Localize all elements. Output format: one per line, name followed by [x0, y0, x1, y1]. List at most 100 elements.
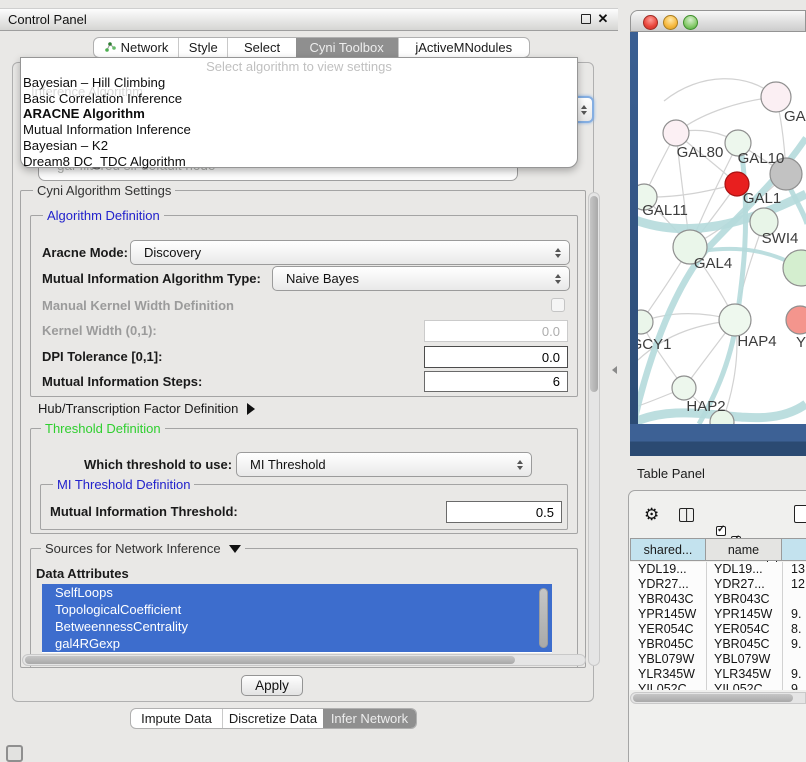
tab-select[interactable]: Select [227, 38, 295, 57]
algorithm-dropdown-list: Bayesian – Hill ClimbingBasic Correlatio… [23, 75, 575, 169]
network-window-frame-left [630, 32, 638, 456]
table-row[interactable]: YER054CYER054C8. [630, 622, 806, 637]
table-rows: YDL19...YDL19...13YDR27...YDR27...12YBR0… [630, 562, 806, 690]
settings-vscrollbar[interactable] [588, 192, 600, 666]
table-row[interactable]: YIL052CYIL052C9. [630, 682, 806, 690]
table-row[interactable]: YLR345WYLR345W9. [630, 667, 806, 682]
network-window-titlebar[interactable] [630, 10, 806, 32]
control-panel-tabs: Network Style Select Cyni Toolbox jActiv… [93, 37, 530, 58]
column-header-name[interactable]: name [706, 538, 782, 561]
splitter-handle[interactable] [612, 0, 620, 762]
network-node-hap4[interactable] [719, 304, 751, 336]
attribute-item[interactable]: SelfLoops [42, 584, 552, 601]
algorithm-option[interactable]: Bayesian – K2 [23, 138, 575, 154]
node-label: GAL80 [677, 144, 724, 161]
algorithm-option[interactable]: Mutual Information Inference [23, 122, 575, 138]
attribute-item[interactable]: BetweennessCentrality [42, 618, 552, 635]
which-threshold-value: MI Threshold [250, 457, 326, 472]
column-divider [782, 562, 783, 690]
attribute-item[interactable]: TopologicalCoefficient [42, 601, 552, 618]
settings-hscrollbar[interactable] [22, 654, 586, 666]
table-hscrollbar-thumb[interactable] [633, 694, 793, 702]
settings-hscrollbar-thumb[interactable] [25, 656, 515, 664]
table-panel-title: Table Panel [637, 466, 705, 481]
collapsed-panel-icon[interactable] [6, 745, 23, 762]
algorithm-option[interactable]: ARACNE Algorithm [23, 106, 575, 122]
sources-title: Sources for Network Inference [45, 541, 221, 556]
settings-vscrollbar-thumb[interactable] [590, 196, 598, 392]
data-attributes-label: Data Attributes [36, 566, 129, 581]
algorithm-dropdown: Select algorithm to view settings Infere… [20, 57, 578, 168]
close-icon[interactable]: ✕ [595, 9, 611, 25]
which-threshold-combo[interactable]: MI Threshold [236, 452, 532, 477]
network-node-gal80[interactable] [663, 120, 689, 146]
network-node-y[interactable] [786, 306, 806, 334]
node-label: SWI4 [762, 230, 799, 247]
threshold-definition-title: Threshold Definition [41, 421, 165, 436]
tab-network[interactable]: Network [94, 38, 178, 57]
tab-cyni-toolbox[interactable]: Cyni Toolbox [296, 38, 398, 57]
spinner-up-icon [555, 248, 561, 252]
mi-type-combo[interactable]: Naive Bayes [272, 266, 570, 291]
attribute-item[interactable]: gal4RGexp [42, 635, 552, 652]
table-row[interactable]: YBL079WYBL079W [630, 652, 806, 667]
kernel-width-field[interactable]: 0.0 [424, 320, 568, 342]
network-node-hap2[interactable] [672, 376, 696, 400]
aracne-mode-combo[interactable]: Discovery [130, 240, 570, 265]
node-label: GAL10 [738, 150, 785, 167]
table-row[interactable]: YDL19...YDL19...13 [630, 562, 806, 577]
node-label: GAL1 [743, 190, 781, 207]
table-row[interactable]: YPR145WYPR145W9. [630, 607, 806, 622]
network-edge [644, 184, 737, 197]
node-label: HAP4 [737, 333, 776, 350]
dpi-tolerance-field[interactable]: 0.0 [424, 346, 568, 368]
tab-discretize-data[interactable]: Discretize Data [222, 709, 323, 728]
node-label: HAP2 [686, 398, 725, 415]
float-window-icon[interactable] [581, 14, 591, 24]
collapse-down-icon[interactable] [229, 545, 241, 553]
table-row[interactable]: YBR043CYBR043C [630, 592, 806, 607]
minimize-window-icon[interactable] [663, 15, 678, 30]
table-hscrollbar[interactable] [630, 692, 806, 704]
split-view-icon[interactable] [679, 508, 694, 522]
column-header-cut[interactable] [782, 538, 806, 561]
mi-steps-label: Mutual Information Steps: [42, 371, 202, 392]
apply-button[interactable]: Apply [241, 675, 303, 696]
network-node[interactable] [783, 250, 806, 286]
zoom-window-icon[interactable] [683, 15, 698, 30]
control-panel-title: Control Panel [8, 9, 87, 31]
node-label: GAL [784, 108, 806, 125]
aracne-mode-value: Discovery [144, 245, 201, 260]
close-window-icon[interactable] [643, 15, 658, 30]
spinner-up-icon [555, 274, 561, 278]
column-header-shared[interactable]: shared... [630, 538, 706, 561]
network-node-gcy1[interactable] [638, 310, 653, 334]
mi-threshold-field[interactable]: 0.5 [446, 501, 562, 523]
algorithm-option[interactable]: Bayesian – Hill Climbing [23, 75, 575, 91]
column-divider [706, 562, 707, 690]
algorithm-option[interactable]: Dream8 DC_TDC Algorithm [23, 154, 575, 170]
manual-kernel-checkbox[interactable] [551, 298, 565, 312]
table-row[interactable]: YBR045CYBR045C9. [630, 637, 806, 652]
cyni-settings-title: Cyni Algorithm Settings [33, 183, 175, 198]
algorithm-option[interactable]: Basic Correlation Inference [23, 91, 575, 107]
mi-steps-field[interactable]: 6 [424, 371, 568, 392]
export-table-icon[interactable] [794, 505, 806, 523]
network-canvas[interactable]: GALGAL80GAL10GAL1GAL11GAL4SWI4GCY1HAP4YH… [638, 32, 806, 424]
network-graph: GALGAL80GAL10GAL1GAL11GAL4SWI4GCY1HAP4YH… [638, 32, 806, 424]
network-icon [104, 40, 116, 55]
tab-jactivemnodules[interactable]: jActiveMNodules [398, 38, 529, 57]
table-row[interactable]: YDR27...YDR27...12 [630, 577, 806, 592]
tab-impute-data[interactable]: Impute Data [131, 709, 222, 728]
checked-column-icon[interactable] [716, 526, 726, 536]
network-window-frame-bottom [630, 424, 806, 456]
node-label: GAL11 [642, 202, 688, 219]
tab-infer-network[interactable]: Infer Network [323, 709, 416, 728]
settings-gear-icon[interactable] [644, 505, 659, 525]
hub-definition-expander[interactable]: Hub/Transcription Factor Definition [38, 400, 255, 417]
node-label: GAL4 [694, 255, 732, 272]
expand-right-icon [247, 403, 255, 415]
attributes-scrollbar-thumb[interactable] [539, 588, 548, 648]
data-attributes-list: SelfLoopsTopologicalCoefficientBetweenne… [42, 584, 552, 653]
tab-style[interactable]: Style [178, 38, 227, 57]
